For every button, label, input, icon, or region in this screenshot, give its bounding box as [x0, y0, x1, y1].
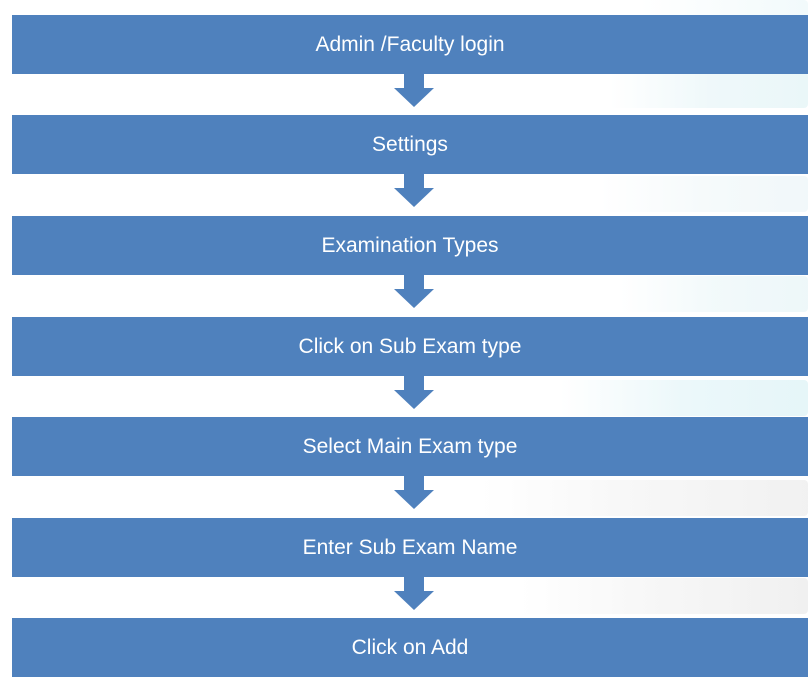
down-arrow-icon [394, 476, 434, 509]
down-arrow-icon [394, 275, 434, 308]
step-select-main-exam-type: Select Main Exam type [12, 417, 808, 476]
down-arrow-icon [394, 174, 434, 207]
background-watermark-6 [480, 480, 808, 516]
step-click-on-add: Click on Add [12, 618, 808, 677]
down-arrow-icon [394, 74, 434, 107]
step-settings: Settings [12, 115, 808, 174]
background-watermark-7 [520, 578, 808, 614]
step-admin-faculty-login: Admin /Faculty login [12, 15, 808, 74]
step-examination-types: Examination Types [12, 216, 808, 275]
down-arrow-icon [394, 376, 434, 409]
background-watermark-2 [610, 72, 808, 108]
background-watermark-3 [600, 176, 808, 212]
down-arrow-icon [394, 577, 434, 610]
background-watermark-4 [620, 276, 808, 312]
step-click-sub-exam-type: Click on Sub Exam type [12, 317, 808, 376]
step-enter-sub-exam-name: Enter Sub Exam Name [12, 518, 808, 577]
background-watermark-5 [560, 380, 808, 416]
